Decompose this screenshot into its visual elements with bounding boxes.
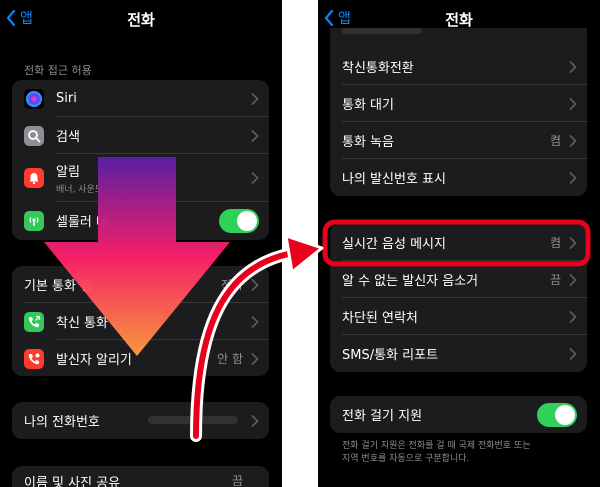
cellular-toggle[interactable] bbox=[219, 208, 259, 233]
chevron-right-icon bbox=[569, 236, 577, 249]
row-value: 켬 bbox=[549, 134, 561, 148]
chevron-right-icon bbox=[569, 60, 577, 73]
notification-icon bbox=[24, 168, 44, 188]
chevron-right-icon bbox=[251, 129, 259, 142]
row-label: 기본 통화 앱 bbox=[24, 279, 93, 294]
left-screen: 앱 전화 전화 접근 허용 Siri 검색 알림 배너, 사운드 셀룰러 데 기… bbox=[0, 0, 282, 487]
row-label: 알림 bbox=[56, 165, 80, 180]
row-default-call-app[interactable]: 기본 통화 앱 전화 bbox=[12, 266, 269, 303]
row-announce-calls[interactable]: 발신자 알리기 안 함 bbox=[12, 340, 269, 376]
voicemail-group: 실시간 음성 메시지 켬 알 수 없는 발신자 음소거 끔 차단된 연락처 SM… bbox=[330, 224, 587, 372]
row-notifications[interactable]: 알림 배너, 사운드 bbox=[12, 154, 269, 202]
row-my-number[interactable]: 나의 전화번호 bbox=[12, 402, 269, 439]
note-line-1: 전화 걸기 지원은 전화를 걸 때 국제 전화번호 또는 bbox=[342, 441, 531, 451]
chevron-right-icon bbox=[251, 172, 259, 184]
row-value: 끔 bbox=[549, 273, 561, 287]
row-call-forwarding[interactable]: 착신 통화 bbox=[12, 303, 269, 340]
row-call-recording[interactable]: 통화 녹음 켬 bbox=[330, 122, 587, 159]
row-label: 검색 bbox=[56, 130, 80, 145]
chevron-right-icon bbox=[251, 92, 259, 105]
share-group: 이름 및 사진 공유 끔 bbox=[12, 466, 269, 487]
caller-alert-icon bbox=[24, 348, 44, 369]
row-siri[interactable]: Siri bbox=[12, 80, 269, 117]
row-show-caller-id[interactable]: 나의 발신번호 표시 bbox=[330, 159, 587, 196]
row-label: 통화 녹음 bbox=[342, 135, 394, 150]
row-label: 나의 전화번호 bbox=[24, 415, 100, 430]
cellular-icon bbox=[24, 210, 44, 231]
row-label: Siri bbox=[56, 91, 77, 106]
blurred-phone-number bbox=[148, 416, 238, 424]
right-screen: 앱 전화 착신통화전환 통화 대기 통화 녹음 켬 나의 발신번호 표시 실시간… bbox=[318, 0, 600, 487]
row-cellular[interactable]: 셀룰러 데 bbox=[12, 202, 269, 239]
chevron-right-icon bbox=[251, 352, 259, 365]
row-label: SMS/통화 리포트 bbox=[342, 348, 439, 363]
row-label: 차단된 연락처 bbox=[342, 311, 418, 326]
row-label: 전화 걸기 지원 bbox=[342, 409, 423, 424]
chevron-right-icon bbox=[251, 414, 259, 427]
clipped-row bbox=[342, 28, 422, 34]
note-line-2: 지역 번호를 자동으로 구분합니다. bbox=[342, 454, 470, 464]
siri-icon bbox=[24, 88, 44, 109]
row-share-name-photo[interactable]: 이름 및 사진 공유 끔 bbox=[12, 466, 269, 487]
dial-assist-note: 전화 걸기 지원은 전화를 걸 때 국제 전화번호 또는 지역 번호를 자동으로… bbox=[342, 440, 531, 466]
screenshot-composite: 앱 전화 전화 접근 허용 Siri 검색 알림 배너, 사운드 셀룰러 데 기… bbox=[0, 0, 600, 487]
dial-assist-group: 전화 걸기 지원 bbox=[330, 396, 587, 433]
nav-bar: 앱 전화 bbox=[0, 0, 282, 36]
row-label: 나의 발신번호 표시 bbox=[342, 172, 446, 187]
row-search[interactable]: 검색 bbox=[12, 117, 269, 154]
chevron-right-icon bbox=[569, 171, 577, 184]
calls-group: 기본 통화 앱 전화 착신 통화 발신자 알리기 안 함 bbox=[12, 266, 269, 376]
row-label: 통화 대기 bbox=[342, 98, 394, 113]
my-number-group: 나의 전화번호 bbox=[12, 402, 269, 439]
chevron-right-icon bbox=[251, 278, 259, 291]
row-call-waiting[interactable]: 통화 대기 bbox=[330, 85, 587, 122]
row-value: 켬 bbox=[549, 236, 561, 250]
row-label: 착신통화전환 bbox=[342, 61, 414, 76]
chevron-right-icon bbox=[251, 315, 259, 328]
row-value: 안 함 bbox=[217, 352, 243, 366]
row-label: 실시간 음성 메시지 bbox=[342, 237, 446, 252]
row-value: 끔 bbox=[231, 474, 243, 487]
row-sublabel: 배너, 사운드 bbox=[56, 185, 104, 195]
page-title: 전화 bbox=[445, 11, 473, 29]
row-label: 착신 통화 bbox=[56, 316, 108, 331]
access-group: Siri 검색 알림 배너, 사운드 셀룰러 데 bbox=[12, 80, 269, 240]
phone-forward-icon bbox=[24, 311, 44, 332]
page-title: 전화 bbox=[127, 11, 155, 29]
row-live-voicemail[interactable]: 실시간 음성 메시지 켬 bbox=[330, 224, 587, 261]
section-header-access: 전화 접근 허용 bbox=[24, 64, 92, 77]
chevron-right-icon bbox=[569, 310, 577, 323]
row-label: 이름 및 사진 공유 bbox=[24, 476, 121, 487]
call-settings-group: 착신통화전환 통화 대기 통화 녹음 켬 나의 발신번호 표시 bbox=[330, 28, 587, 196]
row-label: 발신자 알리기 bbox=[56, 353, 132, 368]
dial-assist-toggle[interactable] bbox=[537, 402, 577, 427]
row-dial-assist[interactable]: 전화 걸기 지원 bbox=[330, 396, 587, 433]
chevron-right-icon bbox=[569, 134, 577, 147]
chevron-right-icon bbox=[569, 273, 577, 286]
row-call-forwarding[interactable]: 착신통화전환 bbox=[330, 48, 587, 85]
search-icon bbox=[24, 125, 44, 146]
row-label: 알 수 없는 발신자 음소거 bbox=[342, 274, 479, 289]
row-label: 셀룰러 데 bbox=[56, 215, 108, 230]
row-sms-call-report[interactable]: SMS/통화 리포트 bbox=[330, 335, 587, 372]
row-silence-unknown[interactable]: 알 수 없는 발신자 음소거 끔 bbox=[330, 261, 587, 298]
row-value: 전화 bbox=[220, 278, 243, 292]
chevron-right-icon bbox=[569, 347, 577, 360]
chevron-right-icon bbox=[569, 97, 577, 110]
row-blocked-contacts[interactable]: 차단된 연락처 bbox=[330, 298, 587, 335]
